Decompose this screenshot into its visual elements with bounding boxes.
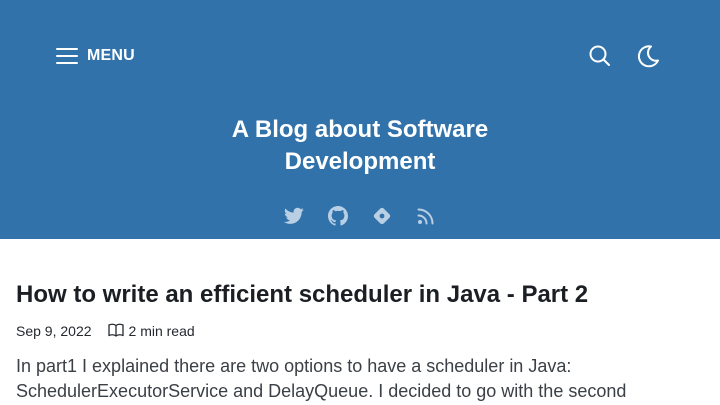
site-header: MENU A Blog about Software Development <box>0 0 720 239</box>
read-time: 2 min read <box>107 323 195 340</box>
github-link[interactable] <box>328 203 348 229</box>
git-link[interactable] <box>372 203 392 229</box>
post-date: Sep 9, 2022 <box>16 323 92 339</box>
read-time-label: 2 min read <box>128 323 195 339</box>
rss-icon <box>417 207 435 225</box>
github-icon <box>328 206 348 226</box>
post-meta: Sep 9, 2022 2 min read <box>16 322 706 340</box>
theme-toggle-button[interactable] <box>634 42 662 70</box>
excerpt-line1: In part1 I explained there are two optio… <box>16 356 572 376</box>
search-button[interactable] <box>586 42 614 70</box>
post-preview: How to write an efficient scheduler in J… <box>16 280 706 404</box>
site-title[interactable]: A Blog about Software Development <box>0 114 720 178</box>
social-links <box>0 203 720 229</box>
twitter-icon <box>284 207 304 225</box>
search-icon <box>586 42 614 70</box>
menu-button[interactable]: MENU <box>56 42 135 70</box>
twitter-link[interactable] <box>284 203 304 229</box>
hamburger-icon <box>56 47 78 65</box>
excerpt-line2: SchedulerExecutorService and DelayQueue.… <box>16 381 627 401</box>
post-title[interactable]: How to write an efficient scheduler in J… <box>16 280 706 310</box>
menu-label: MENU <box>87 47 135 64</box>
rss-link[interactable] <box>416 203 436 229</box>
post-excerpt: In part1 I explained there are two optio… <box>16 354 706 404</box>
git-icon <box>372 206 392 226</box>
site-title-line1: A Blog about Software <box>231 116 489 143</box>
site-title-line2: Development <box>284 148 436 175</box>
moon-icon <box>634 42 662 70</box>
book-icon <box>107 323 124 340</box>
